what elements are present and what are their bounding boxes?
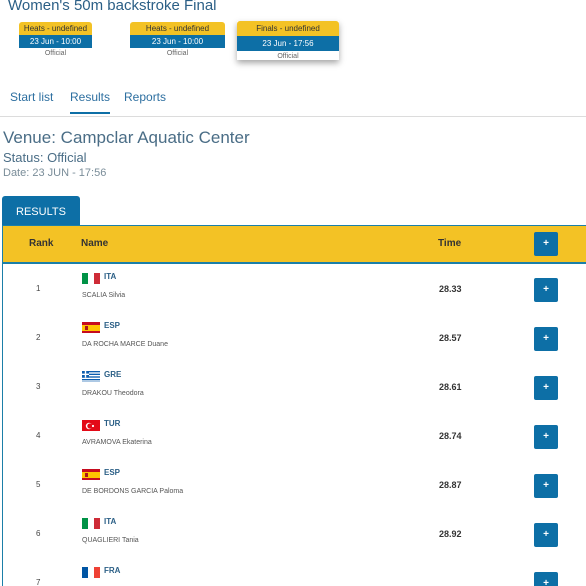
athlete-name: AVRAMOVA Ekaterina bbox=[82, 439, 152, 446]
country-code: ITA bbox=[104, 517, 117, 526]
flag-icon bbox=[82, 370, 100, 382]
status-text: Status: Official bbox=[3, 150, 87, 165]
table-row: 6 ITA QUAGLIERI Tania 28.92 + bbox=[3, 509, 586, 559]
expand-row-button[interactable]: + bbox=[534, 278, 558, 302]
table-row: 2 ESP DA ROCHA MARCE Duane 28.57 + bbox=[3, 313, 586, 363]
phase-date: 23 Jun - 10:00 bbox=[130, 35, 225, 48]
athlete-name: DA ROCHA MARCE Duane bbox=[82, 341, 168, 348]
phase-status: Official bbox=[166, 50, 189, 57]
flag-icon bbox=[82, 419, 100, 431]
rank-cell: 3 bbox=[36, 382, 41, 391]
results-table: Rank Name Time + 1 ITA SCALIA Silvia 28.33 +… bbox=[2, 225, 586, 586]
table-header: Rank Name Time + bbox=[3, 226, 586, 264]
phase-status: Official bbox=[44, 50, 67, 57]
col-rank: Rank bbox=[29, 238, 54, 249]
time-cell: 28.33 bbox=[439, 284, 462, 294]
phase-label: Heats - undefined bbox=[19, 22, 92, 35]
tab-bar: Start list Results Reports bbox=[0, 84, 586, 117]
results-tab[interactable]: RESULTS bbox=[2, 196, 80, 226]
time-cell: 28.74 bbox=[439, 431, 462, 441]
expand-all-button[interactable]: + bbox=[534, 232, 558, 256]
expand-row-button[interactable]: + bbox=[534, 523, 558, 547]
flag-icon bbox=[82, 468, 100, 480]
expand-row-button[interactable]: + bbox=[534, 572, 558, 586]
time-cell: 28.92 bbox=[439, 529, 462, 539]
tab-reports[interactable]: Reports bbox=[124, 90, 166, 104]
rank-cell: 4 bbox=[36, 431, 41, 440]
rank-cell: 5 bbox=[36, 480, 41, 489]
flag-icon bbox=[82, 321, 100, 333]
table-row: 1 ITA SCALIA Silvia 28.33 + bbox=[3, 264, 586, 314]
event-title: Women's 50m backstroke Final bbox=[8, 0, 217, 14]
country-code: FRA bbox=[104, 566, 121, 575]
time-cell: 28.57 bbox=[439, 333, 462, 343]
table-row: 7 FRA + bbox=[3, 558, 586, 586]
table-row: 3 GRE DRAKOU Theodora 28.61 + bbox=[3, 362, 586, 412]
phase-date: 23 Jun - 17:56 bbox=[237, 36, 339, 51]
phase-status: Official bbox=[277, 53, 299, 60]
flag-icon bbox=[82, 517, 100, 529]
phase-heats-2[interactable]: Heats - undefined 23 Jun - 10:00 Officia… bbox=[130, 22, 225, 57]
country-code: ESP bbox=[104, 468, 121, 477]
athlete-name: SCALIA Silvia bbox=[82, 292, 126, 299]
phase-heats-1[interactable]: Heats - undefined 23 Jun - 10:00 Officia… bbox=[19, 22, 92, 57]
tab-start-list[interactable]: Start list bbox=[10, 90, 53, 104]
date-text: Date: 23 JUN - 17:56 bbox=[3, 167, 107, 179]
country-code: ITA bbox=[104, 272, 117, 281]
table-row: 5 ESP DE BORDONS GARCIA Paloma 28.87 + bbox=[3, 460, 586, 510]
expand-row-button[interactable]: + bbox=[534, 425, 558, 449]
athlete-name: QUAGLIERI Tania bbox=[82, 537, 139, 544]
expand-row-button[interactable]: + bbox=[534, 376, 558, 400]
rank-cell: 7 bbox=[36, 578, 41, 586]
time-cell: 28.61 bbox=[439, 382, 462, 392]
athlete-name: DRAKOU Theodora bbox=[82, 390, 144, 397]
col-name: Name bbox=[81, 238, 109, 249]
flag-icon bbox=[82, 566, 100, 578]
flag-icon bbox=[82, 272, 100, 284]
athlete-name: DE BORDONS GARCIA Paloma bbox=[82, 488, 184, 495]
rank-cell: 1 bbox=[36, 284, 41, 293]
country-code: GRE bbox=[104, 370, 122, 379]
table-row: 4 TUR AVRAMOVA Ekaterina 28.74 + bbox=[3, 411, 586, 461]
col-time: Time bbox=[438, 238, 462, 249]
country-code: TUR bbox=[104, 419, 121, 428]
tab-results[interactable]: Results bbox=[70, 90, 111, 114]
venue-heading: Venue: Campclar Aquatic Center bbox=[3, 128, 250, 147]
expand-row-button[interactable]: + bbox=[534, 474, 558, 498]
phase-label: Heats - undefined bbox=[130, 22, 225, 35]
rank-cell: 2 bbox=[36, 333, 41, 342]
time-cell: 28.87 bbox=[439, 480, 462, 490]
phase-finals[interactable]: Finals - undefined 23 Jun - 17:56 Offici… bbox=[237, 21, 339, 60]
expand-row-button[interactable]: + bbox=[534, 327, 558, 351]
phase-date: 23 Jun - 10:00 bbox=[19, 35, 92, 48]
country-code: ESP bbox=[104, 321, 121, 330]
rank-cell: 6 bbox=[36, 529, 41, 538]
phase-label: Finals - undefined bbox=[237, 21, 339, 36]
